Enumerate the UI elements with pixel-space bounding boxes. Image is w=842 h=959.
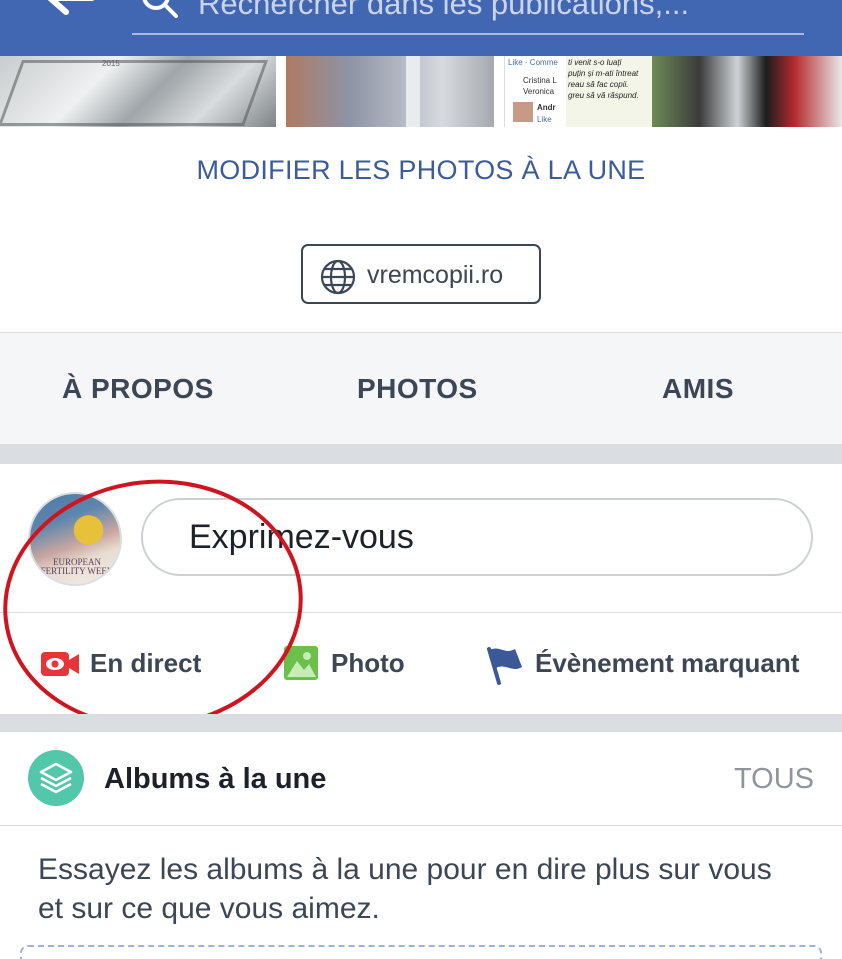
live-video-icon bbox=[41, 652, 79, 676]
albums-description: Essayez les albums à la une pour en dire… bbox=[38, 853, 772, 925]
search-icon[interactable] bbox=[140, 0, 180, 20]
photo-text: reau să fac copii. bbox=[568, 80, 629, 89]
featured-albums-header: Albums à la une TOUS bbox=[0, 732, 842, 826]
live-video-button[interactable]: En direct bbox=[40, 641, 240, 685]
life-event-button[interactable]: Évènement marquant bbox=[485, 641, 815, 685]
website-label: vremcopii.ro bbox=[367, 261, 504, 289]
featured-photo-2[interactable] bbox=[286, 56, 494, 127]
photo-text: puțin și m-ati întreat bbox=[568, 69, 639, 78]
website-button[interactable]: vremcopii.ro bbox=[301, 244, 541, 304]
profile-tabs: À PROPOS PHOTOS AMIS bbox=[0, 332, 842, 444]
featured-photo-4[interactable]: ti venit s-o luați puțin și m-ati întrea… bbox=[566, 56, 652, 127]
albums-see-all-link[interactable]: TOUS bbox=[734, 763, 814, 796]
featured-photo-1[interactable]: 2015 bbox=[0, 56, 276, 127]
albums-stack-icon bbox=[28, 750, 84, 806]
tab-about[interactable]: À PROPOS bbox=[62, 373, 214, 405]
flag-icon bbox=[487, 647, 522, 685]
status-input[interactable]: Exprimez-vous bbox=[141, 498, 813, 576]
featured-photo-3[interactable]: Like · Comme Cristina L Veronica Andr Li… bbox=[504, 56, 564, 127]
photo-text: ti venit s-o luați bbox=[568, 58, 622, 67]
status-placeholder: Exprimez-vous bbox=[189, 518, 414, 556]
edit-featured-photos-link[interactable]: MODIFIER LES PHOTOS À LA UNE bbox=[0, 155, 842, 186]
albums-title: Albums à la une bbox=[104, 763, 327, 795]
photo-icon bbox=[284, 646, 318, 680]
photo-text: Veronica bbox=[523, 87, 555, 96]
section-divider bbox=[0, 444, 842, 464]
photo-avatar bbox=[513, 102, 533, 122]
top-bar: Rechercher dans les publications,... bbox=[0, 0, 842, 56]
photo-text: greu să vă răspund. bbox=[568, 91, 639, 100]
photo-label: Photo bbox=[331, 648, 405, 678]
photo-text: Andr bbox=[537, 103, 556, 112]
avatar-caption: EUROPEAN FERTILITY WEEK bbox=[40, 557, 114, 576]
photo-text: Like · Comme bbox=[508, 58, 558, 67]
post-composer: EUROPEAN FERTILITY WEEK Exprimez-vous En… bbox=[0, 464, 842, 714]
avatar[interactable]: EUROPEAN FERTILITY WEEK bbox=[28, 492, 122, 586]
globe-icon bbox=[320, 259, 356, 295]
featured-photos-strip: 2015 Like · Comme Cristina L Veronica An… bbox=[0, 56, 842, 127]
life-event-label: Évènement marquant bbox=[535, 648, 800, 678]
photo-button[interactable]: Photo bbox=[283, 641, 423, 685]
search-input[interactable]: Rechercher dans les publications,... bbox=[198, 0, 689, 22]
photo-text: Cristina L bbox=[523, 76, 557, 85]
search-underline bbox=[132, 33, 804, 35]
featured-photo-5[interactable] bbox=[652, 56, 842, 127]
live-label: En direct bbox=[90, 648, 202, 678]
section-divider bbox=[0, 714, 842, 732]
back-arrow-icon[interactable] bbox=[40, 0, 96, 18]
photo-text: Like bbox=[537, 115, 552, 124]
add-album-placeholder[interactable] bbox=[20, 945, 822, 959]
tab-friends[interactable]: AMIS bbox=[662, 373, 734, 405]
photo-caption: 2015 bbox=[102, 59, 120, 68]
tab-photos[interactable]: PHOTOS bbox=[357, 373, 478, 405]
composer-divider bbox=[0, 612, 842, 613]
